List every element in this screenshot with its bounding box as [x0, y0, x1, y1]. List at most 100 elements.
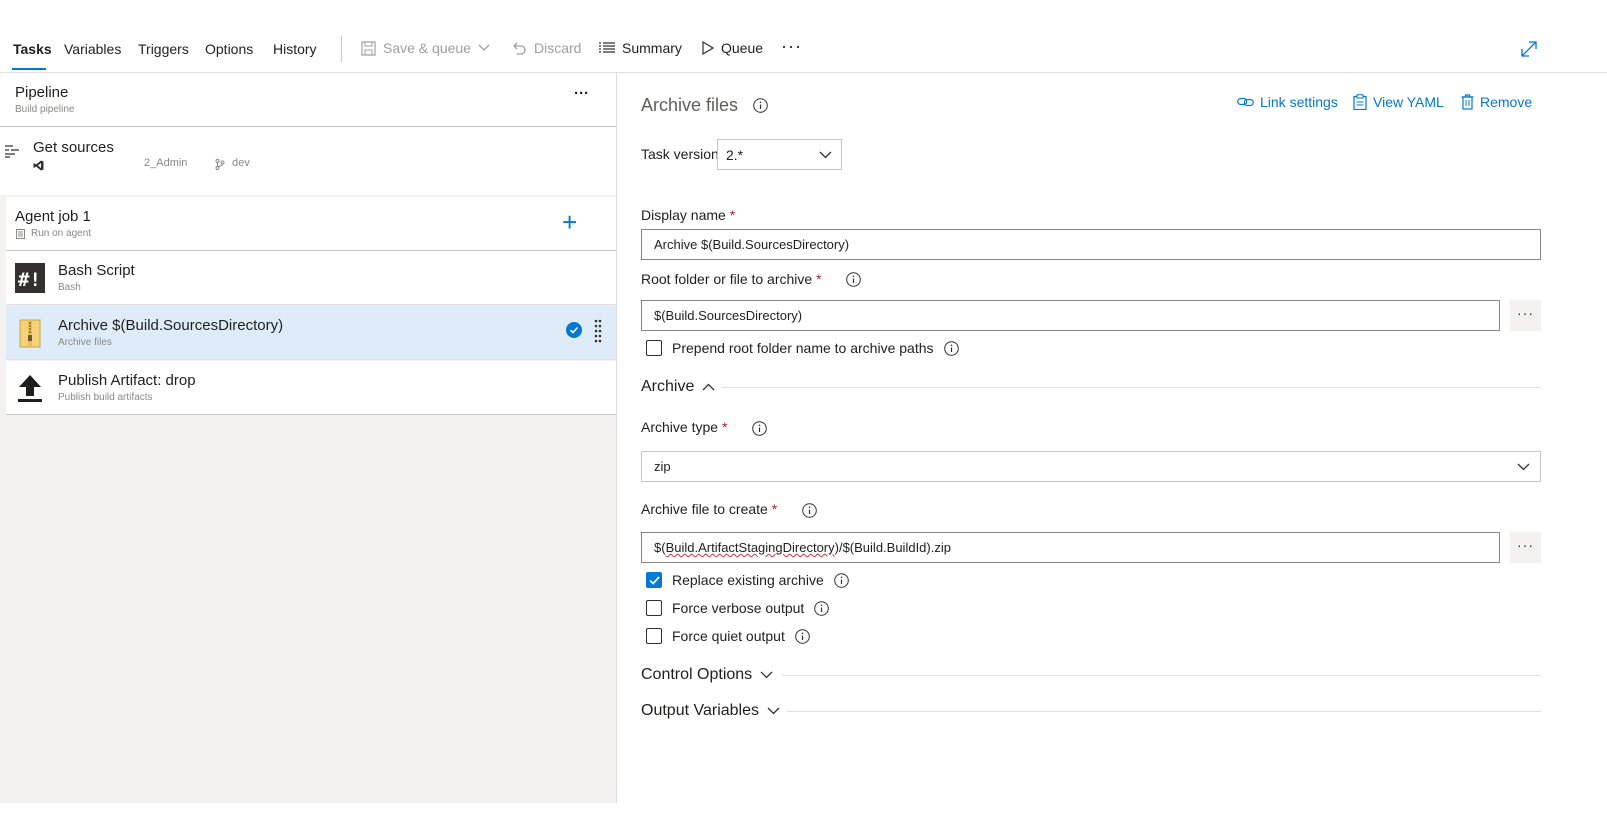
info-icon[interactable]	[943, 340, 959, 356]
tab-tasks[interactable]: Tasks	[13, 41, 52, 57]
replace-existing-checkbox[interactable]: Replace existing archive	[646, 572, 849, 588]
pipeline-header[interactable]: Pipeline Build pipeline ···	[0, 73, 616, 127]
task-item-publish[interactable]: Publish Artifact: drop Publish build art…	[6, 361, 616, 415]
link-icon	[1237, 97, 1254, 107]
pipeline-more-button[interactable]: ···	[574, 85, 589, 102]
checkbox-box[interactable]	[646, 600, 662, 616]
archive-file-input[interactable]: $(Build.ArtifactStagingDirectory)/$(Buil…	[641, 532, 1500, 563]
check-circle-icon	[566, 322, 582, 338]
save-icon	[361, 40, 376, 56]
force-quiet-checkbox[interactable]: Force quiet output	[646, 628, 810, 644]
tab-variables[interactable]: Variables	[64, 41, 121, 57]
task-item-bash[interactable]: #! Bash Script Bash	[6, 251, 616, 305]
source-repo-name: 2_Admin	[144, 157, 188, 169]
sources-list-icon	[5, 145, 19, 158]
svg-text:#!: #!	[18, 269, 41, 291]
undo-icon	[513, 42, 526, 55]
add-task-button[interactable]: +	[562, 209, 577, 235]
replace-existing-label: Replace existing archive	[672, 572, 824, 588]
info-icon[interactable]	[814, 600, 830, 616]
info-icon[interactable]	[833, 572, 849, 588]
link-settings-button[interactable]: Link settings	[1237, 94, 1338, 110]
task-title: Publish Artifact: drop	[58, 372, 196, 389]
info-icon[interactable]	[752, 421, 767, 436]
source-branch-name: dev	[232, 157, 250, 169]
get-sources-title: Get sources	[33, 139, 114, 156]
checkmark-icon	[649, 576, 660, 585]
list-icon	[599, 42, 615, 53]
info-icon[interactable]	[846, 272, 861, 287]
trash-icon	[1461, 94, 1474, 110]
control-options-title: Control Options	[641, 666, 753, 683]
view-yaml-button[interactable]: View YAML	[1353, 94, 1444, 110]
agent-job-subtitle: Run on agent	[31, 228, 92, 239]
output-variables-title: Output Variables	[641, 702, 759, 719]
discard-button[interactable]: Discard	[512, 40, 581, 56]
browse-root-folder-button[interactable]: ···	[1510, 300, 1541, 331]
publish-icon	[18, 375, 42, 402]
server-icon	[16, 229, 25, 239]
tab-options[interactable]: Options	[205, 41, 253, 57]
save-queue-label: Save & queue	[383, 40, 471, 56]
queue-label: Queue	[721, 40, 764, 56]
agent-job-item[interactable]: Agent job 1 Run on agent +	[6, 197, 616, 251]
archive-type-value: zip	[654, 459, 671, 474]
expand-icon	[1521, 41, 1537, 57]
archive-section-title: Archive	[641, 378, 695, 395]
output-variables-toggle[interactable]: Output Variables	[641, 702, 780, 720]
section-divider	[787, 711, 1541, 712]
save-queue-button[interactable]: Save & queue	[361, 40, 490, 56]
info-icon[interactable]	[795, 628, 810, 644]
archive-type-label: Archive type *	[641, 419, 728, 435]
task-item-archive[interactable]: Archive $(Build.SourcesDirectory) Archiv…	[6, 306, 616, 360]
clipboard-icon	[1353, 94, 1367, 110]
archive-type-select[interactable]: zip	[641, 451, 1541, 482]
tab-history[interactable]: History	[273, 41, 317, 57]
agent-job-title: Agent job 1	[15, 208, 91, 225]
checkbox-box[interactable]	[646, 628, 662, 644]
drag-handle-icon[interactable]	[594, 319, 602, 345]
task-title: Bash Script	[58, 262, 135, 279]
force-verbose-checkbox[interactable]: Force verbose output	[646, 600, 830, 616]
checkbox-box[interactable]	[646, 572, 662, 588]
task-subtitle: Bash	[58, 282, 81, 293]
pipeline-subtitle: Build pipeline	[15, 104, 75, 115]
queue-button[interactable]: Queue	[702, 40, 763, 56]
prepend-label: Prepend root folder name to archive path…	[672, 340, 934, 356]
view-yaml-label: View YAML	[1373, 94, 1444, 110]
task-version-label: Task version	[641, 146, 719, 162]
display-name-label: Display name *	[641, 207, 736, 223]
checkbox-box[interactable]	[646, 340, 662, 356]
task-subtitle: Archive files	[58, 337, 112, 348]
remove-label: Remove	[1480, 94, 1533, 110]
tab-triggers[interactable]: Triggers	[138, 41, 189, 57]
info-icon[interactable]	[753, 98, 768, 113]
link-settings-label: Link settings	[1260, 94, 1338, 110]
more-actions-button[interactable]: ···	[781, 36, 802, 57]
prepend-root-folder-checkbox[interactable]: Prepend root folder name to archive path…	[646, 340, 959, 356]
info-icon[interactable]	[802, 503, 817, 518]
section-divider	[782, 675, 1541, 676]
get-sources-item[interactable]: Get sources	[0, 127, 616, 195]
vs-repo-icon	[33, 160, 44, 171]
task-detail-title: Archive files	[641, 95, 768, 116]
archive-icon	[19, 319, 41, 348]
remove-button[interactable]: Remove	[1461, 94, 1532, 110]
summary-button[interactable]: Summary	[599, 40, 682, 56]
toolbar-divider	[341, 36, 342, 62]
display-name-input[interactable]: Archive $(Build.SourcesDirectory)	[641, 229, 1541, 260]
force-verbose-label: Force verbose output	[672, 600, 805, 616]
active-tab-indicator	[12, 68, 46, 70]
browse-archive-file-button[interactable]: ···	[1510, 532, 1541, 563]
root-folder-input[interactable]: $(Build.SourcesDirectory)	[641, 300, 1500, 331]
task-version-select[interactable]: 2.*	[717, 139, 842, 170]
chevron-down-icon	[478, 44, 490, 51]
chevron-down-icon	[767, 707, 780, 715]
task-title: Archive $(Build.SourcesDirectory)	[58, 317, 284, 334]
archive-section-toggle[interactable]: Archive	[641, 378, 715, 396]
play-icon	[702, 41, 714, 55]
control-options-toggle[interactable]: Control Options	[641, 666, 773, 684]
expand-button[interactable]	[1520, 40, 1538, 61]
task-subtitle: Publish build artifacts	[58, 392, 153, 403]
summary-label: Summary	[622, 40, 682, 56]
